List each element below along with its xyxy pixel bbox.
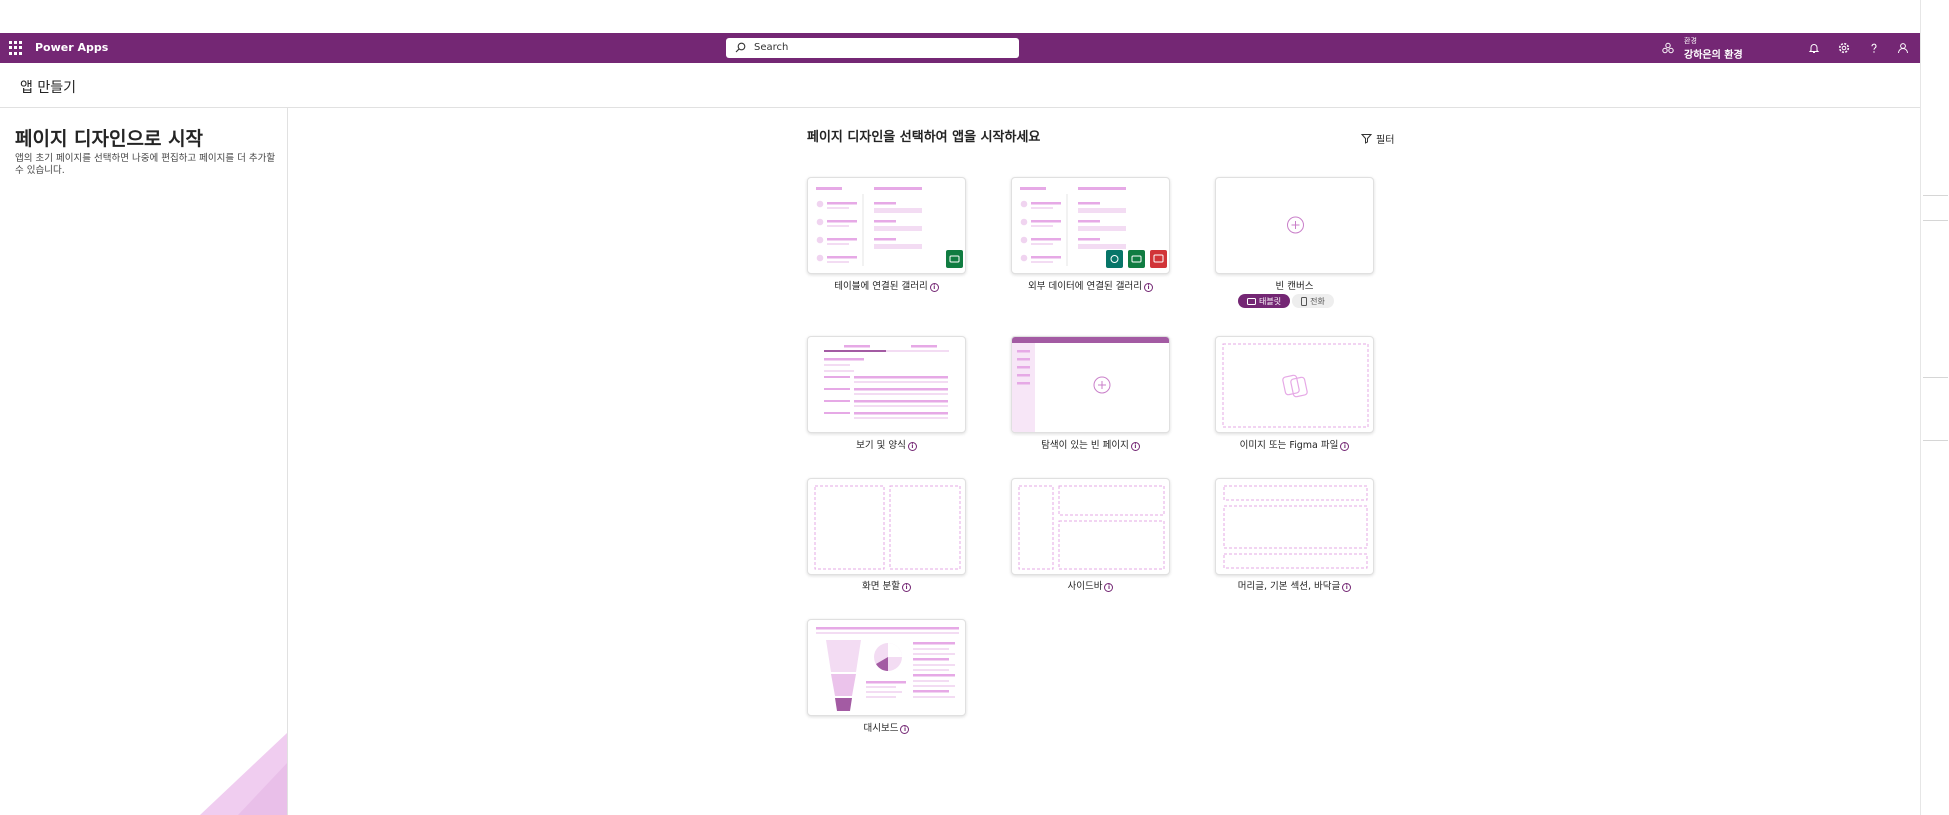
environment-name: 강하은의 환경 (1684, 50, 1743, 61)
window-top-strip (0, 0, 1949, 33)
search-box[interactable]: Search (726, 38, 1019, 58)
gallery-table-thumbnail (816, 187, 963, 268)
sidebar-thumbnail (1018, 485, 1165, 570)
search-placeholder: Search (754, 42, 789, 53)
view-form-thumbnail (824, 345, 949, 419)
phone-icon (1301, 296, 1308, 306)
template-card-header-footer[interactable] (1215, 478, 1374, 575)
header-footer-thumbnail (1223, 485, 1368, 569)
help-icon[interactable] (1866, 40, 1882, 56)
template-card-split-screen[interactable] (807, 478, 966, 575)
phone-option[interactable]: 전화 (1292, 294, 1334, 308)
template-card-blank-canvas[interactable] (1215, 177, 1374, 274)
search-icon (735, 42, 746, 53)
gallery-external-thumbnail (1020, 187, 1167, 268)
app-name[interactable]: Power Apps (35, 41, 108, 54)
split-screen-thumbnail (814, 485, 961, 570)
panel-divider (1923, 440, 1948, 441)
template-label-gallery-table: 테이블에 연결된 갤러리 i (807, 278, 966, 292)
account-icon[interactable] (1895, 40, 1911, 56)
command-bar: 앱 만들기 (0, 63, 1920, 108)
tablet-option[interactable]: 태블릿 (1238, 294, 1291, 308)
template-card-image-figma[interactable] (1215, 336, 1374, 433)
template-card-view-form[interactable] (807, 336, 966, 433)
template-label-view-form: 보기 및 양식 i (807, 437, 966, 451)
app-launcher-icon[interactable] (9, 41, 23, 55)
template-label-blank-canvas: 빈 캔버스 (1275, 281, 1314, 292)
image-figma-thumbnail (1222, 343, 1369, 428)
app-header: Power Apps Search 환경 강하은의 환경 (0, 33, 1920, 63)
left-panel: 페이지 디자인으로 시작 앱의 초기 페이지를 선택하면 나중에 편집하고 페이… (0, 108, 288, 815)
template-card-blank-nav[interactable] (1011, 336, 1170, 433)
environment-icon (1662, 42, 1674, 54)
info-icon[interactable]: i (907, 442, 917, 451)
template-label-dashboard: 대시보드 i (807, 720, 966, 734)
template-card-gallery-external[interactable] (1011, 177, 1170, 274)
info-icon[interactable]: i (1104, 583, 1114, 592)
blank-canvas-thumbnail (1287, 216, 1304, 234)
filter-button[interactable]: 필터 (1361, 131, 1394, 146)
info-icon[interactable]: i (900, 725, 910, 734)
info-icon[interactable]: i (929, 283, 939, 292)
settings-gear-icon[interactable] (1836, 40, 1852, 56)
filter-icon (1361, 134, 1372, 144)
template-card-sidebar[interactable] (1011, 478, 1170, 575)
template-label-blank-nav: 탐색이 있는 빈 페이지 i (1011, 437, 1170, 451)
decorative-triangle (200, 732, 287, 815)
template-label-split-screen: 화면 분할 i (807, 578, 966, 592)
info-icon[interactable]: i (1130, 442, 1140, 451)
left-panel-description: 앱의 초기 페이지를 선택하면 나중에 편집하고 페이지를 더 추가할 수 있습… (15, 153, 276, 176)
template-label-sidebar: 사이드바 i (1011, 578, 1170, 592)
format-toggle: 태블릿 전화 (1238, 294, 1334, 308)
environment-label: 환경 (1684, 37, 1697, 45)
template-card-gallery-table[interactable] (807, 177, 966, 274)
environment-picker[interactable]: 환경 강하은의 환경 (1662, 36, 1782, 61)
panel-divider (1923, 195, 1948, 196)
info-icon[interactable]: i (1342, 583, 1352, 592)
template-label-gallery-external: 외부 데이터에 연결된 갤러리 i (1011, 278, 1170, 292)
dashboard-thumbnail (816, 627, 959, 711)
right-side-panel (1920, 0, 1949, 815)
info-icon[interactable]: i (901, 583, 911, 592)
page-title: 앱 만들기 (20, 80, 76, 96)
notifications-icon[interactable] (1806, 40, 1822, 56)
panel-divider (1923, 377, 1948, 378)
blank-nav-thumbnail (1012, 337, 1169, 432)
template-label-image-figma: 이미지 또는 Figma 파일 i (1215, 437, 1374, 451)
filter-label: 필터 (1376, 135, 1395, 146)
info-icon[interactable]: i (1143, 283, 1153, 292)
main-title: 페이지 디자인을 선택하여 앱을 시작하세요 (807, 130, 1041, 145)
left-panel-heading: 페이지 디자인으로 시작 (15, 128, 204, 150)
tablet-icon (1247, 297, 1256, 305)
panel-divider (1923, 220, 1948, 221)
template-label-header-footer: 머리글, 기본 섹션, 바닥글 i (1215, 578, 1374, 592)
info-icon[interactable]: i (1340, 442, 1350, 451)
template-card-dashboard[interactable] (807, 619, 966, 716)
